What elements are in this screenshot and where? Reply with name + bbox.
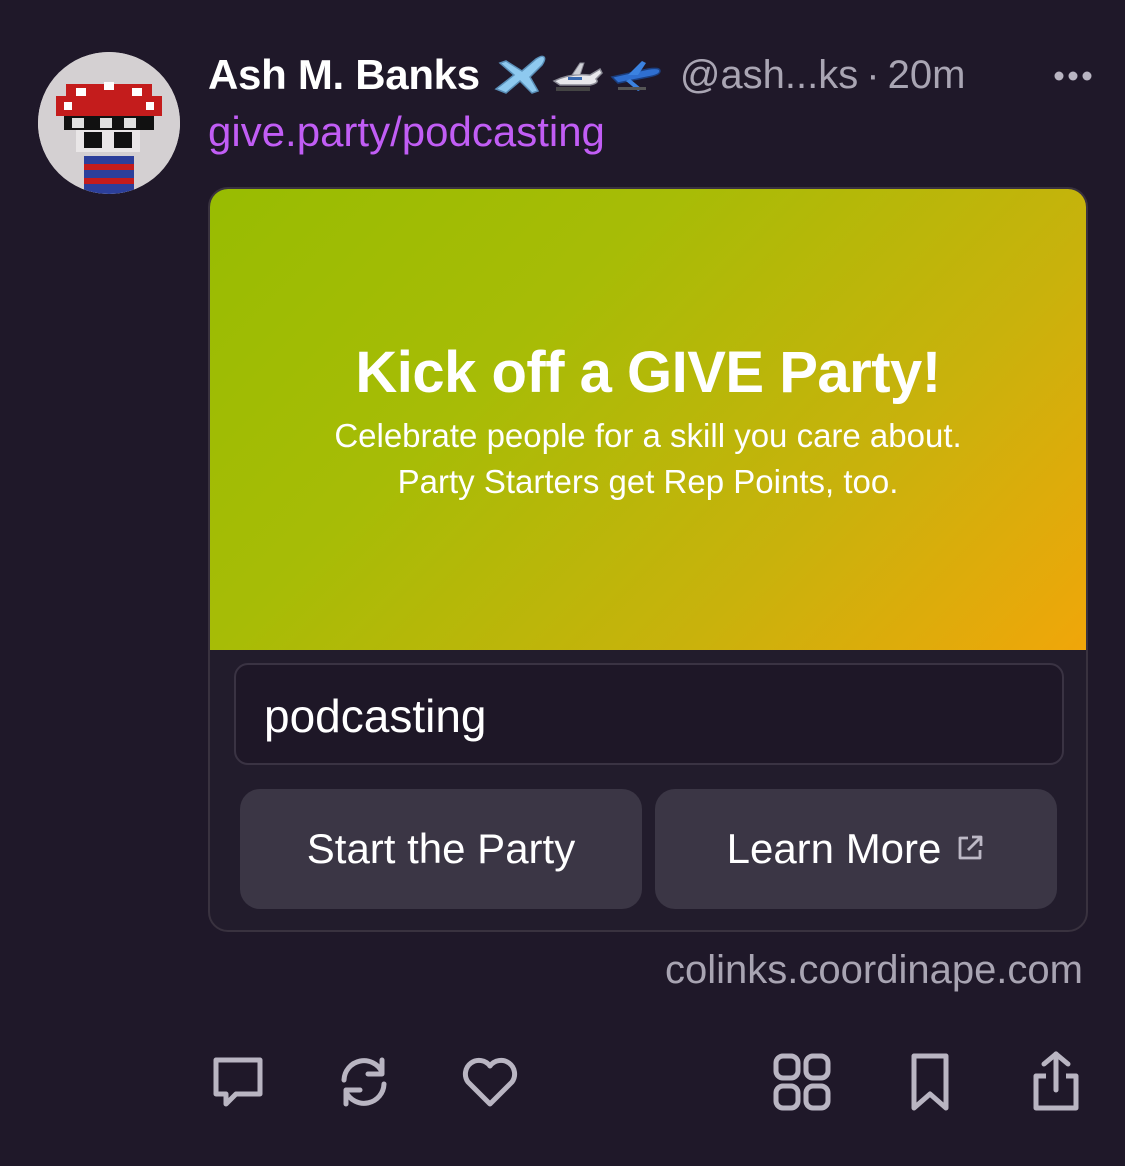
frame-image[interactable]: Kick off a GIVE Party! Celebrate people … — [210, 189, 1086, 650]
frame-subtitle: Celebrate people for a skill you care ab… — [210, 413, 1086, 505]
start-party-button[interactable]: Start the Party — [240, 789, 642, 909]
start-party-label: Start the Party — [306, 825, 576, 872]
learn-more-button[interactable]: Learn More — [655, 789, 1057, 909]
separator-dot: · — [866, 52, 880, 97]
reply-icon[interactable] — [206, 1050, 270, 1114]
repost-icon[interactable] — [332, 1050, 396, 1114]
frame-title: Kick off a GIVE Party! — [355, 340, 941, 405]
user-handle[interactable]: @ash...ks — [680, 53, 858, 98]
external-link-icon — [955, 825, 985, 873]
skill-input[interactable]: podcasting — [234, 663, 1064, 765]
post-header: Ash M. Banks @ash...ks · 20m — [208, 40, 1095, 110]
avatar[interactable] — [38, 52, 180, 194]
badge-group — [492, 51, 664, 100]
plane-icon — [608, 51, 664, 100]
share-icon[interactable] — [1024, 1050, 1088, 1114]
frame-subtitle-line-1: Celebrate people for a skill you care ab… — [334, 417, 962, 454]
pixel-mushroom-avatar-image — [38, 52, 180, 194]
learn-more-label: Learn More — [726, 825, 942, 872]
airplane-icon — [492, 51, 548, 100]
bookmark-icon[interactable] — [898, 1050, 962, 1114]
more-options-icon[interactable] — [1051, 56, 1095, 96]
link-domain[interactable]: colinks.coordinape.com — [665, 948, 1083, 993]
frame-subtitle-line-2: Party Starters get Rep Points, too. — [397, 463, 899, 500]
like-icon[interactable] — [458, 1050, 522, 1114]
frame-card: Kick off a GIVE Party! Celebrate people … — [208, 187, 1088, 932]
apps-grid-icon[interactable] — [770, 1050, 834, 1114]
display-name[interactable]: Ash M. Banks — [208, 51, 480, 99]
jet-icon — [550, 51, 606, 100]
post-link[interactable]: give.party/podcasting — [208, 108, 605, 156]
post-timestamp[interactable]: 20m — [888, 53, 966, 98]
